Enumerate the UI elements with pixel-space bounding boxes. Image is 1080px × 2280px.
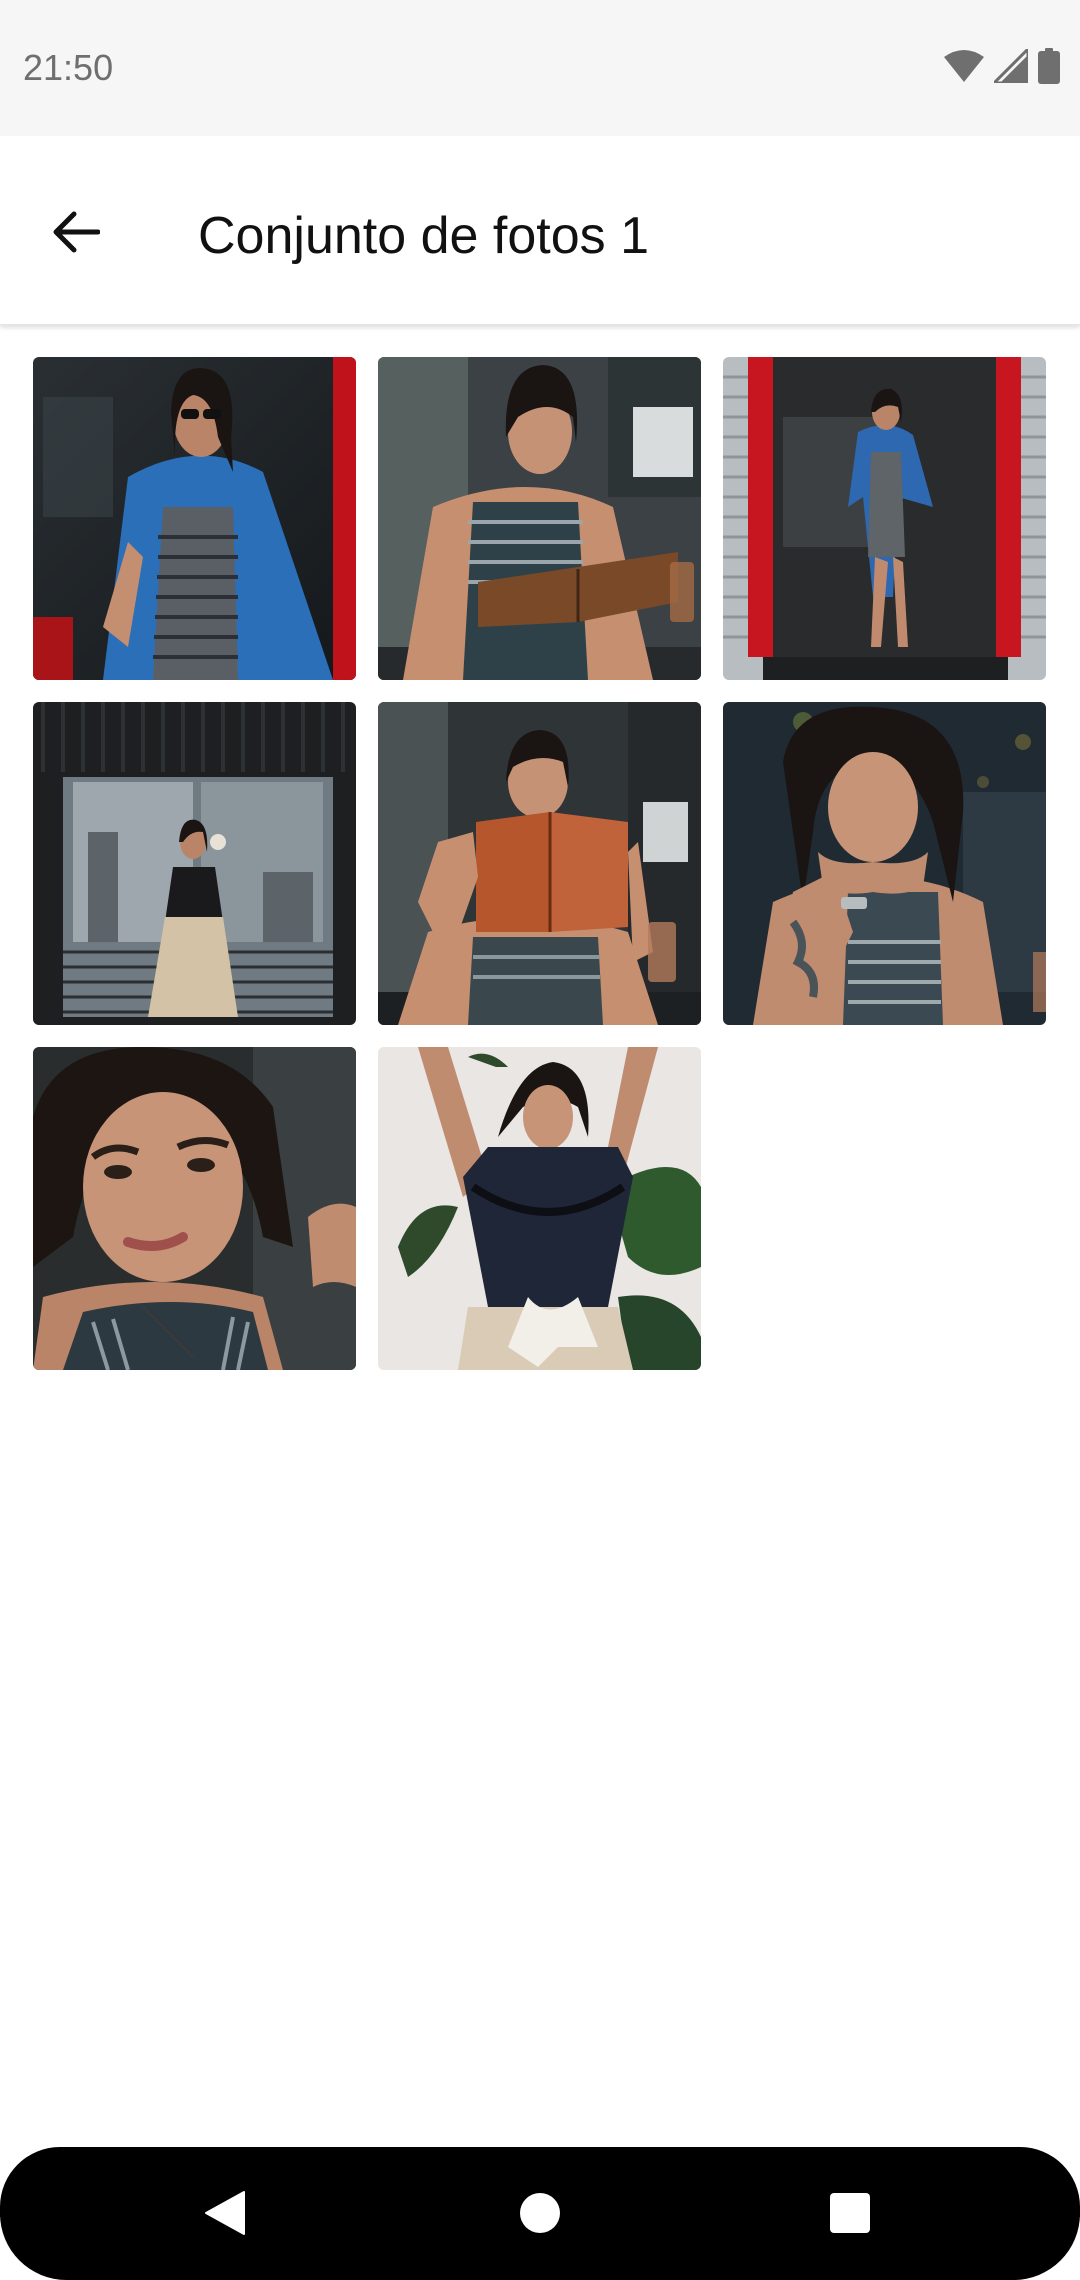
back-button[interactable] <box>36 194 116 274</box>
status-bar: 21:50 <box>0 0 1080 136</box>
nav-recents-button[interactable] <box>810 2180 890 2250</box>
nav-home-circle-icon <box>519 2192 561 2239</box>
photo-thumbnail-3[interactable] <box>723 357 1046 680</box>
photo-grid <box>33 357 1047 1370</box>
nav-back-button[interactable] <box>185 2180 265 2250</box>
cell-signal-icon <box>994 49 1028 83</box>
photo-thumbnail-2[interactable] <box>378 357 701 680</box>
photo-thumbnail-5[interactable] <box>378 702 701 1025</box>
app-screen: 21:50 Conjunto de fotos 1 <box>0 0 1080 2280</box>
status-icons <box>944 46 1060 86</box>
photo-thumbnail-6[interactable] <box>723 702 1046 1025</box>
nav-back-triangle-icon <box>204 2190 246 2241</box>
arrow-back-icon <box>52 210 101 259</box>
wifi-icon <box>944 49 984 83</box>
app-bar: Conjunto de fotos 1 <box>0 136 1080 325</box>
photo-thumbnail-1[interactable] <box>33 357 356 680</box>
page-title: Conjunto de fotos 1 <box>198 207 649 265</box>
nav-recents-square-icon <box>829 2192 871 2239</box>
battery-icon <box>1038 48 1060 84</box>
status-time: 21:50 <box>23 47 114 88</box>
photo-thumbnail-7[interactable] <box>33 1047 356 1370</box>
photo-thumbnail-8[interactable] <box>378 1047 701 1370</box>
nav-home-button[interactable] <box>500 2180 580 2250</box>
photo-thumbnail-4[interactable] <box>33 702 356 1025</box>
